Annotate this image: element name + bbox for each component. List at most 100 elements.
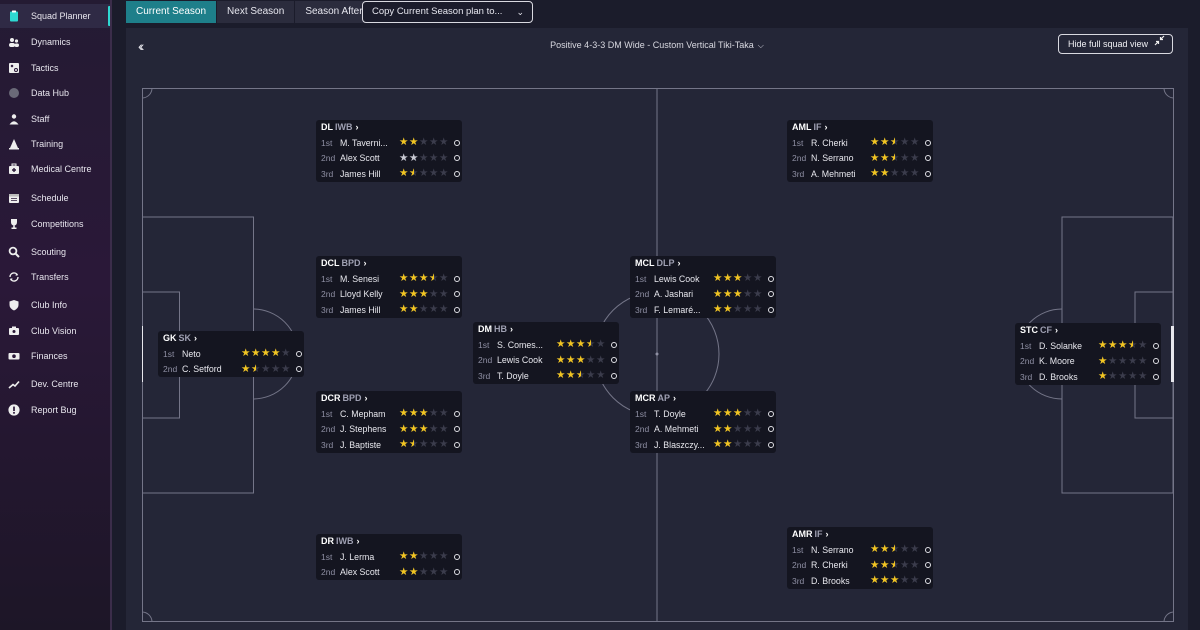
player-row[interactable]: 1st J. Lerma ★ ★ ★ ★ ★ ★ ★ [316, 549, 462, 565]
position-header[interactable]: MCR AP › [630, 391, 776, 406]
sidebar-item-dynamics[interactable]: Dynamics [0, 30, 112, 54]
sidebar-item-data-hub[interactable]: Data Hub [0, 81, 112, 105]
position-card-dl[interactable]: DL IWB › 1st M. Taverni... ★ ★ ★ ★ ★ ★ ★ 2nd Alex S… [316, 120, 462, 182]
position-card-dcl[interactable]: DCL BPD › 1st M. Senesi ★ ★ ★ ★ ★ ★ ★ ★ ★ 2nd Lloyd K… [316, 256, 462, 318]
shield-icon [7, 298, 21, 312]
sidebar-item-report-bug[interactable]: Report Bug [0, 398, 112, 422]
position-card-aml[interactable]: AML IF › 1st R. Cherki ★ ★ ★ ★ ★ ★ ★ ★ 2nd N. Serran… [787, 120, 933, 182]
player-row[interactable]: 2nd R. Cherki ★ ★ ★ ★ ★ ★ ★ ★ [787, 558, 933, 574]
player-row[interactable]: 2nd Lloyd Kelly ★ ★ ★ ★ ★ ★ ★ ★ [316, 287, 462, 303]
sidebar-item-training[interactable]: Training [0, 132, 112, 156]
star-filled-icon: ★ [409, 408, 419, 419]
position-card-mcr[interactable]: MCR AP › 1st T. Doyle ★ ★ ★ ★ ★ ★ ★ ★ 2nd A. Mehmeti… [630, 391, 776, 453]
sidebar-item-club-vision[interactable]: Club Vision [0, 319, 112, 343]
player-row[interactable]: 2nd C. Setford ★ ★ ★ ★ ★ ★ ★ [158, 362, 304, 378]
player-name: J. Baptiste [340, 439, 382, 450]
position-header[interactable]: MCL DLP › [630, 256, 776, 271]
player-row[interactable]: 3rd D. Brooks ★ ★ ★ ★ ★ ★ [1015, 369, 1161, 385]
tab-next-season[interactable]: Next Season [217, 1, 295, 23]
player-row[interactable]: 3rd James Hill ★ ★ ★ ★ ★ ★ ★ [316, 166, 462, 182]
player-row[interactable]: 2nd J. Stephens ★ ★ ★ ★ ★ ★ ★ ★ [316, 422, 462, 438]
position-header[interactable]: GK SK › [158, 331, 304, 346]
star-empty-icon: ★ [743, 303, 753, 316]
status-dot-icon [454, 291, 460, 298]
player-row[interactable]: 2nd Lewis Cook ★ ★ ★ ★ ★ ★ ★ ★ [473, 353, 619, 369]
player-row[interactable]: 3rd T. Doyle ★ ★ ★ ★ ★ ★ ★ ★ [473, 368, 619, 384]
star-empty-icon: ★ [429, 438, 439, 451]
player-name: A. Mehmeti [811, 168, 856, 179]
player-row[interactable]: 2nd A. Mehmeti ★ ★ ★ ★ ★ ★ ★ [630, 422, 776, 438]
player-name: K. Moore [1039, 356, 1075, 367]
player-row[interactable]: 3rd J. Blaszczy... ★ ★ ★ ★ ★ ★ ★ [630, 437, 776, 453]
sidebar-item-tactics[interactable]: Tactics [0, 56, 112, 80]
sidebar-item-squad-planner[interactable]: Squad Planner [0, 4, 112, 28]
copy-plan-dropdown[interactable]: Copy Current Season plan to... ⌄ [362, 1, 533, 23]
chevron-right-icon: › [677, 258, 681, 268]
sidebar-item-label: Scouting [31, 247, 67, 257]
position-card-mcl[interactable]: MCL DLP › 1st Lewis Cook ★ ★ ★ ★ ★ ★ ★ ★ 2nd A. Jash… [630, 256, 776, 318]
star-rating: ★ ★ ★ ★ ★ ★ ★ ★ [556, 355, 606, 366]
tab-current-season[interactable]: Current Season [126, 1, 217, 23]
sidebar-item-club-info[interactable]: Club Info [0, 293, 112, 317]
player-row[interactable]: 1st M. Taverni... ★ ★ ★ ★ ★ ★ ★ [316, 135, 462, 151]
position-card-dm[interactable]: DM HB › 1st S. Comes... ★ ★ ★ ★ ★ ★ ★ ★ ★ 2nd Lewis C… [473, 322, 619, 384]
position-header[interactable]: DR IWB › [316, 534, 462, 549]
sidebar-item-medical-centre[interactable]: Medical Centre [0, 157, 112, 181]
star-empty-icon: ★ [429, 151, 439, 164]
star-rating: ★ ★ ★ ★ ★ ★ ★ [713, 424, 763, 435]
position-card-dcr[interactable]: DCR BPD › 1st C. Mepham ★ ★ ★ ★ ★ ★ ★ ★ 2nd J. Steph… [316, 391, 462, 453]
position-card-gk[interactable]: GK SK › 1st Neto ★ ★ ★ ★ ★ ★ ★ ★ ★ 2nd C. Setford ★ ★ ★ ★… [158, 331, 304, 377]
position-header[interactable]: DL IWB › [316, 120, 462, 135]
star-filled-icon: ★ [409, 423, 419, 434]
star-filled-icon: ★ [713, 423, 723, 434]
player-row[interactable]: 3rd D. Brooks ★ ★ ★ ★ ★ ★ ★ ★ [787, 573, 933, 589]
sidebar-item-label: Club Info [31, 300, 68, 310]
player-name: Lewis Cook [497, 355, 543, 366]
sidebar-item-competitions[interactable]: Competitions [0, 212, 112, 236]
player-row[interactable]: 1st R. Cherki ★ ★ ★ ★ ★ ★ ★ ★ [787, 135, 933, 151]
player-row[interactable]: 1st Lewis Cook ★ ★ ★ ★ ★ ★ ★ ★ [630, 271, 776, 287]
star-filled-icon: ★ [723, 408, 733, 419]
player-row[interactable]: 2nd N. Serrano ★ ★ ★ ★ ★ ★ ★ ★ [787, 151, 933, 167]
position-header[interactable]: DCL BPD › [316, 256, 462, 271]
player-row[interactable]: 1st D. Solanke ★ ★ ★ ★ ★ ★ ★ ★ ★ [1015, 338, 1161, 354]
player-row[interactable]: 1st C. Mepham ★ ★ ★ ★ ★ ★ ★ ★ [316, 406, 462, 422]
position-header[interactable]: DM HB › [473, 322, 619, 337]
player-row[interactable]: 3rd F. Lemaré... ★ ★ ★ ★ ★ ★ ★ [630, 302, 776, 318]
star-empty-icon: ★ [1108, 370, 1118, 383]
player-row[interactable]: 2nd Alex Scott ★ ★ ★ ★ ★ ★ ★ [316, 151, 462, 167]
player-row[interactable]: 1st S. Comes... ★ ★ ★ ★ ★ ★ ★ ★ ★ [473, 337, 619, 353]
position-header[interactable]: AML IF › [787, 120, 933, 135]
star-empty-icon: ★ [753, 407, 763, 420]
player-row[interactable]: 3rd J. Baptiste ★ ★ ★ ★ ★ ★ ★ [316, 437, 462, 453]
position-header[interactable]: AMR IF › [787, 527, 933, 542]
sidebar-item-transfers[interactable]: Transfers [0, 265, 112, 289]
tab-season-after[interactable]: Season After [295, 1, 373, 23]
position-header[interactable]: DCR BPD › [316, 391, 462, 406]
tactic-selector[interactable]: Positive 4-3-3 DM Wide - Custom Vertical… [126, 40, 1188, 51]
player-row[interactable]: 2nd Alex Scott ★ ★ ★ ★ ★ ★ ★ [316, 565, 462, 581]
sidebar-item-finances[interactable]: Finances [0, 344, 112, 368]
player-row[interactable]: 3rd James Hill ★ ★ ★ ★ ★ ★ ★ [316, 302, 462, 318]
sidebar-item-dev-centre[interactable]: Dev. Centre [0, 372, 112, 396]
position-card-amr[interactable]: AMR IF › 1st N. Serrano ★ ★ ★ ★ ★ ★ ★ ★ 2nd R. Cherk… [787, 527, 933, 589]
position-header[interactable]: STC CF › [1015, 323, 1161, 338]
position-card-stc[interactable]: STC CF › 1st D. Solanke ★ ★ ★ ★ ★ ★ ★ ★ ★ 2nd K. Moor… [1015, 323, 1161, 385]
player-row[interactable]: 1st N. Serrano ★ ★ ★ ★ ★ ★ ★ ★ [787, 542, 933, 558]
sidebar-item-schedule[interactable]: Schedule [0, 186, 112, 210]
player-row[interactable]: 2nd K. Moore ★ ★ ★ ★ ★ ★ [1015, 354, 1161, 370]
player-row[interactable]: 3rd A. Mehmeti ★ ★ ★ ★ ★ ★ ★ [787, 166, 933, 182]
status-dot-icon [454, 441, 460, 448]
sidebar-item-scouting[interactable]: Scouting [0, 240, 112, 264]
star-filled-icon: ★ [399, 168, 409, 179]
hide-full-squad-button[interactable]: Hide full squad view [1057, 34, 1173, 54]
position-card-dr[interactable]: DR IWB › 1st J. Lerma ★ ★ ★ ★ ★ ★ ★ 2nd Alex Scott ★… [316, 534, 462, 580]
star-rating: ★ ★ ★ ★ ★ ★ ★ ★ ★ [1098, 340, 1148, 351]
player-row[interactable]: 1st T. Doyle ★ ★ ★ ★ ★ ★ ★ ★ [630, 406, 776, 422]
status-dot-icon [454, 275, 460, 282]
player-row[interactable]: 2nd A. Jashari ★ ★ ★ ★ ★ ★ ★ ★ [630, 287, 776, 303]
player-row[interactable]: 1st M. Senesi ★ ★ ★ ★ ★ ★ ★ ★ ★ [316, 271, 462, 287]
player-row[interactable]: 1st Neto ★ ★ ★ ★ ★ ★ ★ ★ ★ [158, 346, 304, 362]
sidebar-item-staff[interactable]: Staff [0, 107, 112, 131]
status-dot-icon [925, 546, 931, 553]
